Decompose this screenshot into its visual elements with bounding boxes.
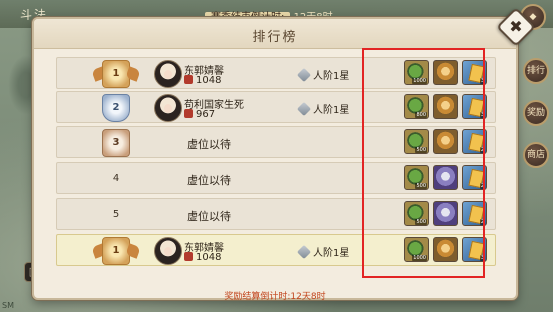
settlement-label: 奖励结算倒计时: <box>224 292 291 302</box>
rank-badge-gold-icon: 1 <box>102 60 130 88</box>
shop-side-button[interactable]: 商店 <box>523 142 549 168</box>
player-tier: 人阶1星 <box>296 101 349 117</box>
score-icon <box>184 109 193 118</box>
score-icon <box>184 75 193 84</box>
avatar[interactable] <box>154 237 182 265</box>
panel-header: 排行榜 <box>34 19 516 49</box>
tier-icon <box>296 67 312 83</box>
reward-settlement-countdown: 奖励结算倒计时:12天8时 <box>34 289 516 302</box>
reward-highlight-frame <box>362 48 485 278</box>
reward-side-button[interactable]: 奖励 <box>523 100 549 126</box>
player-score: 1048 <box>184 75 221 86</box>
avatar[interactable] <box>154 60 182 88</box>
panel-title: 排行榜 <box>252 30 298 45</box>
player-tier: 人阶1星 <box>296 244 349 260</box>
settlement-time: 12天8时 <box>290 292 326 302</box>
player-score: 1048 <box>184 252 221 263</box>
rank-badge-bronze-icon: 3 <box>102 129 130 157</box>
rank-number: 4 <box>112 173 120 184</box>
rank-badge-silver-icon: 2 <box>102 94 130 122</box>
player-tier: 人阶1星 <box>296 67 349 83</box>
vacant-slot-text: 虚位以待 <box>187 210 231 223</box>
tier-icon <box>296 244 312 260</box>
ranking-side-button[interactable]: 排行 <box>523 58 549 84</box>
close-icon: ✖ <box>509 17 523 36</box>
rank-badge-gold-icon: 1 <box>102 237 130 265</box>
rank-number: 5 <box>112 209 120 220</box>
corner-mark: SM <box>2 301 14 310</box>
vacant-slot-text: 虚位以待 <box>187 174 231 187</box>
player-score: 967 <box>184 109 215 120</box>
score-icon <box>184 252 193 261</box>
tier-icon <box>296 101 312 117</box>
avatar[interactable] <box>154 94 182 122</box>
vacant-slot-text: 虚位以待 <box>187 138 231 151</box>
